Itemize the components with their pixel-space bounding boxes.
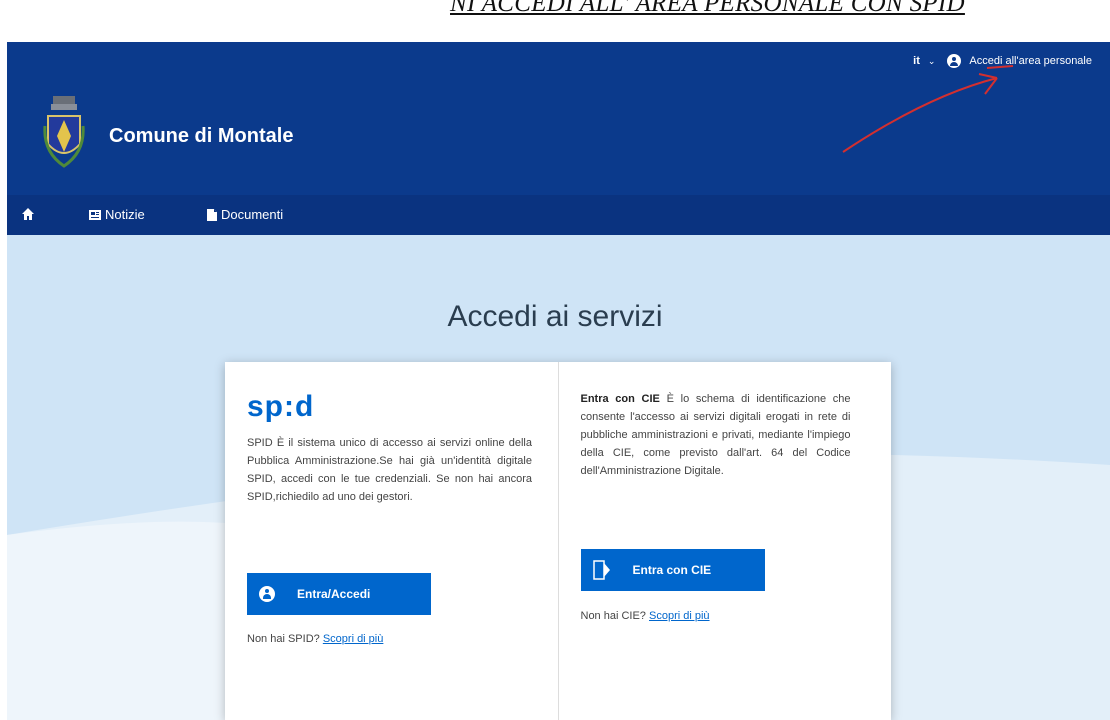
- image-caption: NI ACCEDI ALL' AREA PERSONALE CON SPID: [450, 0, 965, 17]
- cie-card: Entra con CIE È lo schema di identificaz…: [558, 362, 891, 720]
- cie-intro: Entra con CIE: [580, 393, 660, 405]
- cie-login-button[interactable]: Entra con CIE: [580, 549, 765, 591]
- cie-card-icon: [592, 560, 610, 580]
- document-icon: [207, 208, 217, 221]
- main-nav: Notizie Documenti: [7, 195, 1110, 235]
- cie-login-label: Entra con CIE: [632, 563, 712, 577]
- page-title: Accedi ai servizi: [447, 300, 663, 333]
- cie-help: Non hai CIE? Scopri di più: [581, 610, 710, 622]
- nav-item-label: Documenti: [221, 207, 284, 222]
- newspaper-icon: [89, 209, 101, 220]
- spid-help-text: Non hai SPID?: [247, 633, 320, 645]
- spid-learn-more-link[interactable]: Scopri di più: [323, 633, 384, 645]
- annotation-arrow: [842, 65, 1014, 153]
- spid-login-button[interactable]: Entra/Accedi: [247, 573, 431, 615]
- spid-description: SPID È il sistema unico di accesso ai se…: [247, 437, 532, 503]
- site-header: it ⌄ Accedi all'area personale Comune di…: [7, 42, 1110, 195]
- cie-help-text: Non hai CIE?: [580, 610, 646, 622]
- nav-item-notizie[interactable]: Notizie: [89, 207, 145, 222]
- cie-description-text: È lo schema di identificazione che conse…: [580, 393, 851, 477]
- login-options: sp:d SPID È il sistema unico di accesso …: [225, 362, 891, 720]
- cie-learn-more-link[interactable]: Scopri di più: [649, 610, 710, 622]
- municipality-crest-icon: [43, 96, 85, 168]
- spid-card: sp:d SPID È il sistema unico di accesso …: [225, 362, 559, 720]
- nav-item-documenti[interactable]: Documenti: [207, 207, 283, 222]
- spid-logo: sp:d: [247, 390, 315, 423]
- home-icon[interactable]: [21, 207, 35, 221]
- cie-description: Entra con CIE È lo schema di identificaz…: [581, 390, 851, 480]
- spid-help: Non hai SPID? Scopri di più: [247, 633, 383, 645]
- spid-login-label: Entra/Accedi: [297, 587, 371, 601]
- user-icon: [259, 586, 275, 602]
- site-title[interactable]: Comune di Montale: [109, 125, 293, 148]
- nav-item-label: Notizie: [105, 207, 145, 222]
